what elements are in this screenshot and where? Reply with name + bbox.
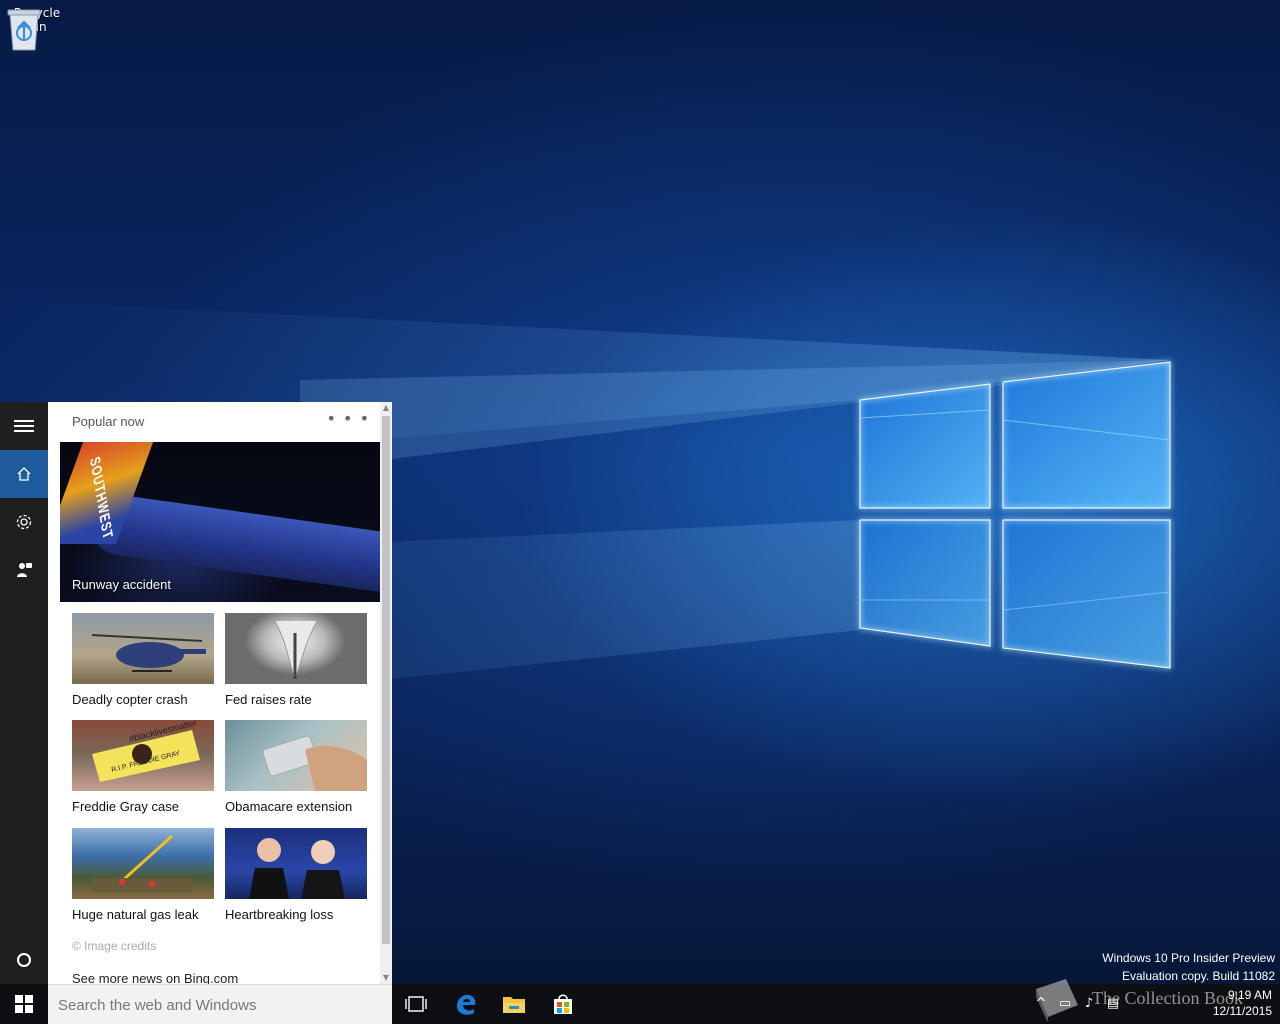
cortana-content: Popular now • • • SOUTHWEST Runway accid… bbox=[48, 402, 392, 984]
news-thumbnail bbox=[72, 828, 214, 899]
scrollbar[interactable]: ▲ ▼ bbox=[380, 402, 392, 984]
edge-icon bbox=[457, 994, 476, 1015]
edge-button[interactable] bbox=[442, 984, 490, 1024]
search-input[interactable] bbox=[58, 993, 378, 1017]
news-item[interactable]: Heartbreaking loss bbox=[225, 828, 367, 922]
scroll-up-icon[interactable]: ▲ bbox=[380, 402, 392, 414]
news-thumbnail bbox=[225, 828, 367, 899]
news-item[interactable]: Fed raises rate bbox=[225, 613, 367, 707]
news-item[interactable]: Huge natural gas leak bbox=[72, 828, 214, 922]
news-item[interactable]: Deadly copter crash bbox=[72, 613, 214, 707]
hamburger-icon bbox=[14, 417, 34, 435]
start-button[interactable] bbox=[0, 984, 48, 1024]
scrollbar-thumb[interactable] bbox=[382, 416, 390, 944]
news-label: Obamacare extension bbox=[225, 799, 353, 814]
brand-overlay: The Collection Book bbox=[1030, 972, 1280, 1024]
windows-logo-icon bbox=[15, 995, 33, 1013]
recycle-bin-icon bbox=[7, 9, 41, 51]
more-options-icon[interactable]: • • • bbox=[327, 409, 370, 428]
cortana-rail bbox=[0, 402, 48, 984]
popular-now-heading: Popular now bbox=[72, 414, 145, 429]
news-thumbnail bbox=[72, 613, 214, 684]
cortana-panel: Popular now • • • SOUTHWEST Runway accid… bbox=[0, 402, 392, 984]
tail-logo-text: SOUTHWEST bbox=[86, 454, 117, 543]
home-button[interactable] bbox=[0, 450, 48, 498]
news-label: Heartbreaking loss bbox=[225, 907, 334, 922]
news-item[interactable]: #blacklivesmatter R.I.P. FREDDIE GRAY Fr… bbox=[72, 720, 214, 814]
cortana-button[interactable] bbox=[0, 936, 48, 984]
news-thumbnail bbox=[225, 613, 367, 684]
menu-button[interactable] bbox=[0, 402, 48, 450]
news-label: Fed raises rate bbox=[225, 692, 312, 707]
hero-caption: Runway accident bbox=[72, 577, 171, 592]
home-icon bbox=[17, 467, 31, 481]
store-icon bbox=[554, 994, 572, 1014]
circle-icon bbox=[17, 953, 31, 967]
task-view-icon bbox=[405, 996, 427, 1012]
news-item[interactable]: Obamacare extension bbox=[225, 720, 367, 814]
news-thumbnail: #blacklivesmatter R.I.P. FREDDIE GRAY bbox=[72, 720, 214, 791]
file-explorer-button[interactable] bbox=[490, 984, 538, 1024]
feedback-button[interactable] bbox=[0, 546, 48, 594]
taskbar-search-box[interactable] bbox=[48, 984, 392, 1024]
task-view-button[interactable] bbox=[392, 984, 440, 1024]
hero-news-card[interactable]: SOUTHWEST Runway accident bbox=[60, 442, 380, 602]
gear-icon bbox=[16, 514, 32, 530]
news-thumbnail bbox=[225, 720, 367, 791]
brand-overlay-text: The Collection Book bbox=[1092, 988, 1243, 1008]
feedback-icon bbox=[17, 563, 32, 577]
image-credits-link[interactable]: © Image credits bbox=[72, 939, 156, 953]
news-label: Freddie Gray case bbox=[72, 799, 179, 814]
file-explorer-icon bbox=[503, 997, 525, 1013]
watermark-line-1: Windows 10 Pro Insider Preview bbox=[1102, 951, 1275, 965]
news-label: Huge natural gas leak bbox=[72, 907, 199, 922]
recycle-bin-shortcut[interactable]: Recycle Bin bbox=[4, 6, 70, 51]
store-button[interactable] bbox=[539, 984, 587, 1024]
settings-button[interactable] bbox=[0, 498, 48, 546]
news-label: Deadly copter crash bbox=[72, 692, 188, 707]
book-icon bbox=[1036, 979, 1078, 1021]
scroll-down-icon[interactable]: ▼ bbox=[380, 972, 392, 984]
bing-news-link[interactable]: See more news on Bing.com bbox=[72, 971, 238, 984]
